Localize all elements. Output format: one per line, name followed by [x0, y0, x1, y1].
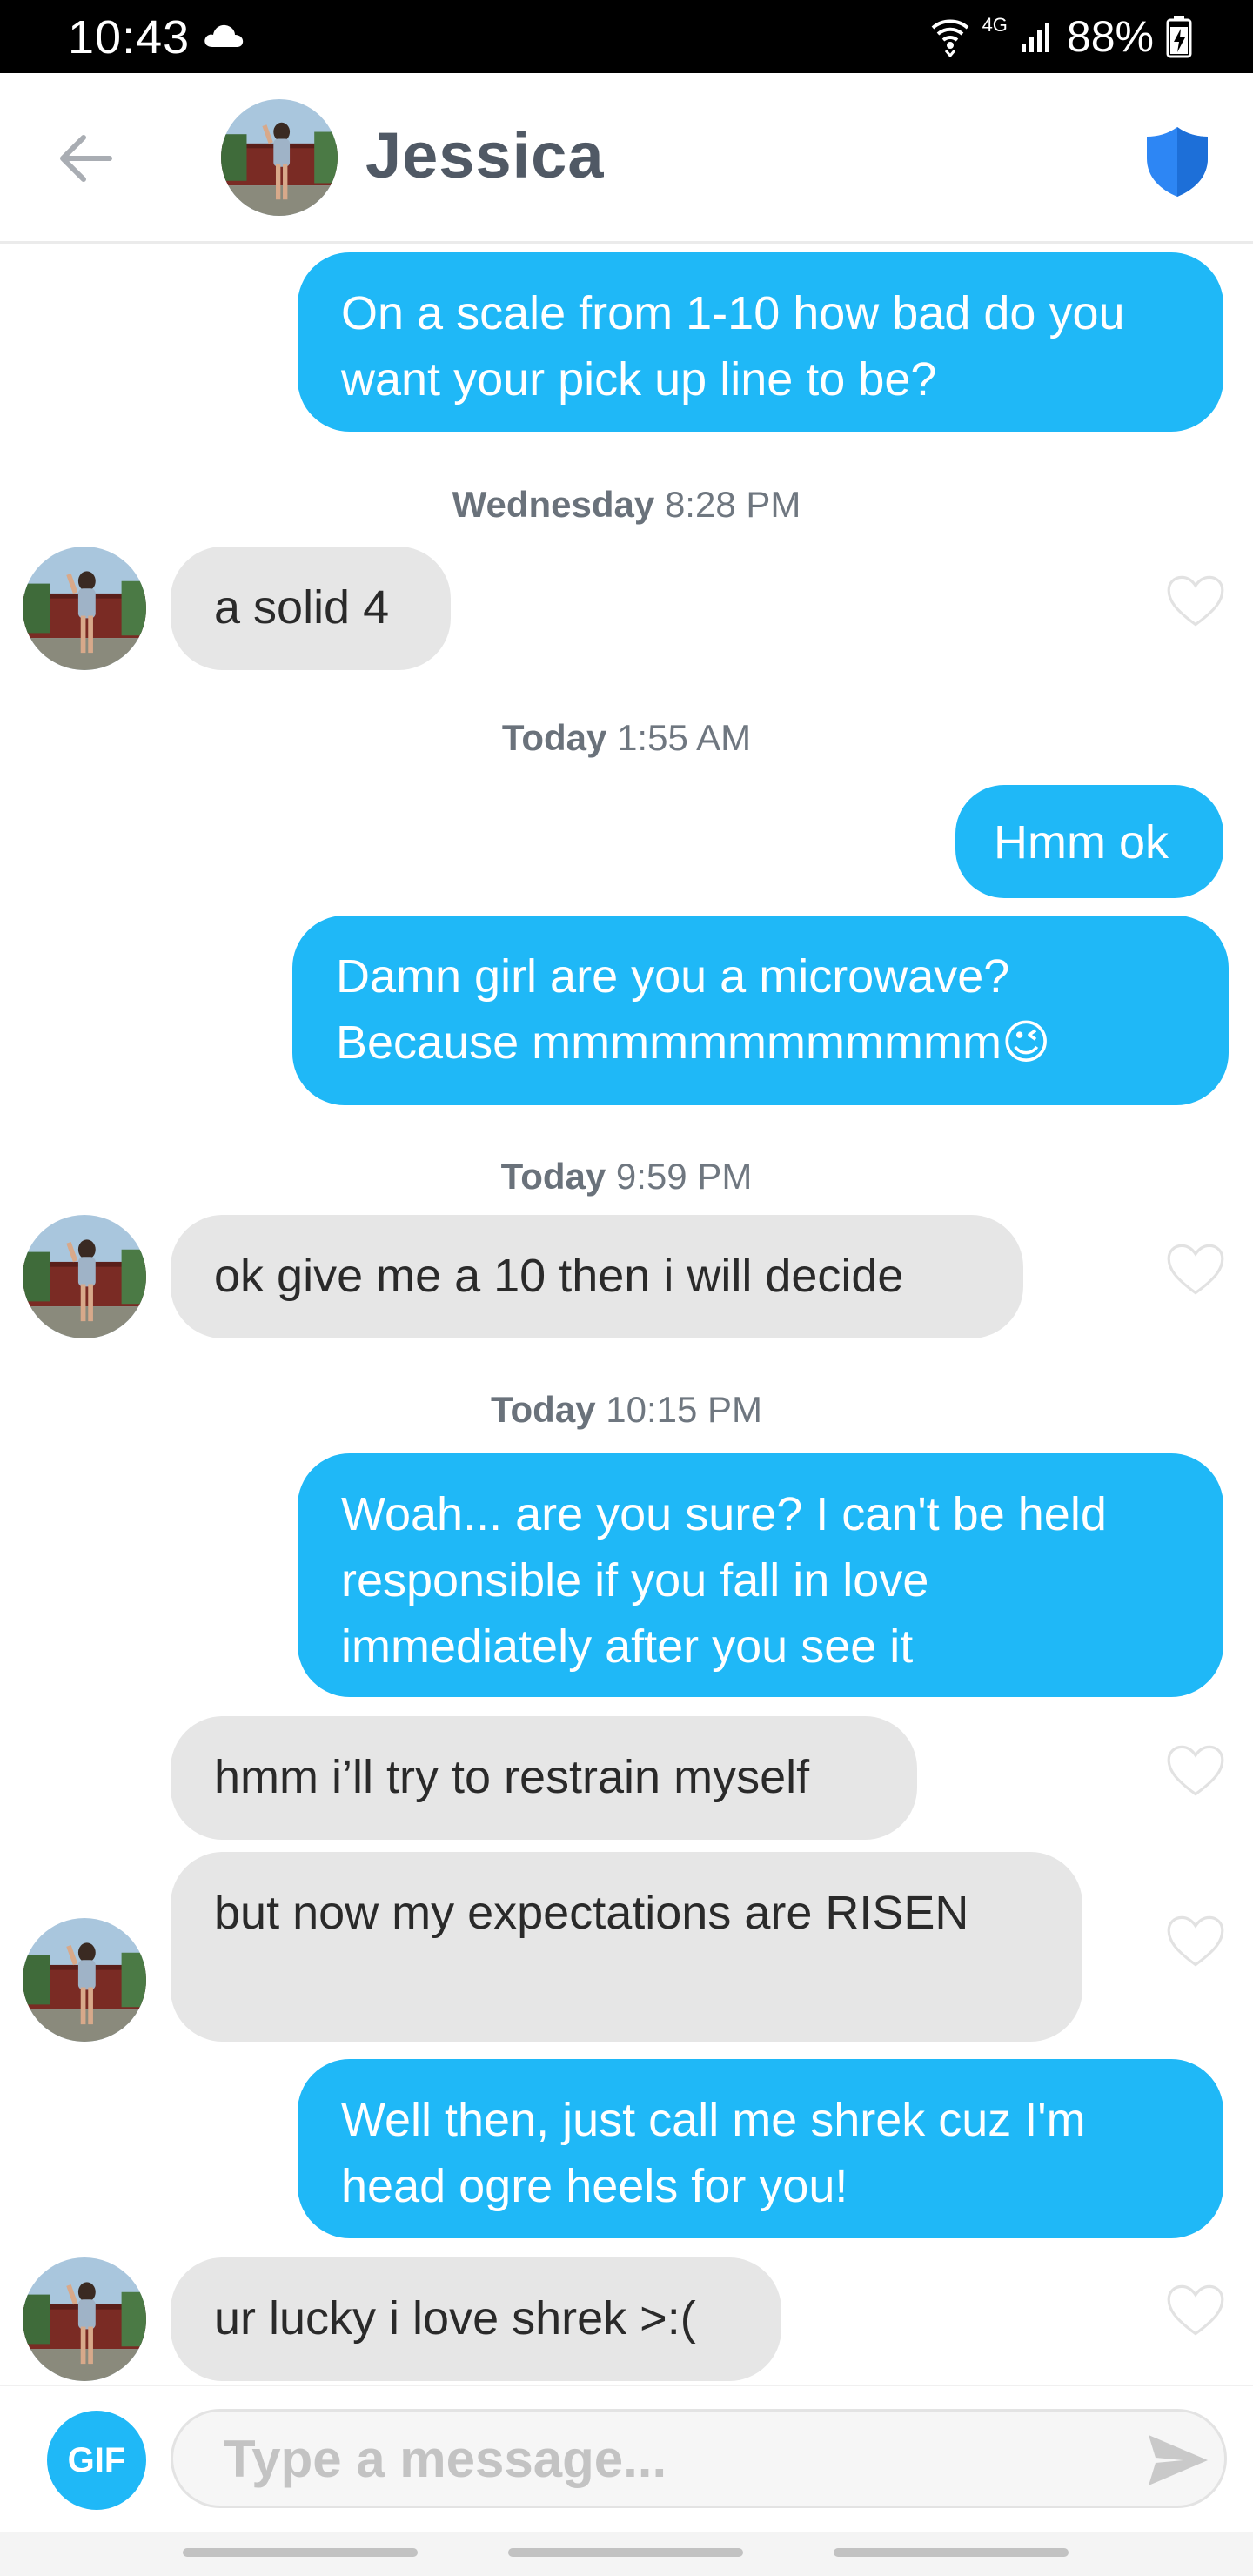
timestamp: Today 10:15 PM — [0, 1389, 1253, 1431]
like-heart-icon[interactable] — [1166, 1915, 1225, 1969]
like-heart-icon[interactable] — [1166, 574, 1225, 628]
nav-home-button[interactable] — [508, 2548, 743, 2557]
timestamp-time: 10:15 PM — [606, 1389, 763, 1430]
sender-avatar[interactable] — [23, 2257, 146, 2381]
like-heart-icon[interactable] — [1166, 1744, 1225, 1798]
message-sent[interactable]: On a scale from 1-10 how bad do you want… — [298, 252, 1223, 432]
message-received[interactable]: ur lucky i love shrek >:( — [171, 2257, 781, 2381]
nav-back-button[interactable] — [834, 2548, 1069, 2557]
send-icon[interactable] — [1145, 2432, 1211, 2489]
message-composer: GIF — [0, 2385, 1253, 2532]
sender-avatar[interactable] — [23, 1918, 146, 2042]
message-sent[interactable]: Well then, just call me shrek cuz I'm he… — [298, 2059, 1223, 2238]
back-arrow-icon[interactable] — [52, 124, 122, 193]
wifi-icon — [931, 19, 968, 57]
like-heart-icon[interactable] — [1166, 1243, 1225, 1297]
message-received[interactable]: a solid 4 — [171, 547, 451, 670]
shield-icon[interactable] — [1145, 125, 1209, 198]
timestamp: Today 1:55 AM — [0, 717, 1253, 759]
message-received[interactable]: hmm i’ll try to restrain myself — [171, 1716, 917, 1840]
system-nav-bar — [0, 2532, 1253, 2576]
avatar-photo — [221, 99, 338, 216]
message-received[interactable]: but now my expectations are RISEN — [171, 1852, 1082, 2042]
timestamp-day: Today — [500, 1156, 606, 1197]
message-sent[interactable]: Woah... are you sure? I can't be held re… — [298, 1453, 1223, 1697]
network-type: 4G — [982, 14, 1008, 36]
cloud-icon — [204, 24, 244, 47]
timestamp-time: 8:28 PM — [664, 484, 801, 525]
message-sent[interactable]: Hmm ok — [955, 785, 1223, 898]
message-sent[interactable]: Damn girl are you a microwave? Because m… — [292, 916, 1229, 1105]
timestamp: Today 9:59 PM — [0, 1156, 1253, 1197]
timestamp-time: 1:55 AM — [617, 717, 752, 758]
timestamp-day: Today — [501, 717, 607, 758]
timestamp-day: Today — [490, 1389, 596, 1430]
status-bar: 10:43 4G 88% — [0, 0, 1253, 73]
sender-avatar[interactable] — [23, 547, 146, 670]
message-input[interactable] — [171, 2409, 1227, 2508]
status-time: 10:43 — [68, 11, 191, 64]
contact-name[interactable]: Jessica — [365, 118, 605, 192]
timestamp-day: Wednesday — [452, 484, 655, 525]
nav-recents-button[interactable] — [183, 2548, 418, 2557]
sender-avatar[interactable] — [23, 1215, 146, 1338]
signal-icon — [1021, 23, 1049, 52]
like-heart-icon[interactable] — [1166, 2284, 1225, 2338]
battery-charging-icon — [1166, 16, 1192, 58]
timestamp-time: 9:59 PM — [615, 1156, 753, 1197]
message-received[interactable]: ok give me a 10 then i will decide — [171, 1215, 1023, 1338]
chat-header: Jessica — [0, 73, 1253, 244]
contact-avatar[interactable] — [221, 99, 338, 216]
timestamp: Wednesday 8:28 PM — [0, 484, 1253, 526]
status-right: 4G 88% — [930, 10, 1192, 63]
gif-button[interactable]: GIF — [47, 2411, 146, 2510]
battery-percent: 88% — [1066, 12, 1154, 61]
